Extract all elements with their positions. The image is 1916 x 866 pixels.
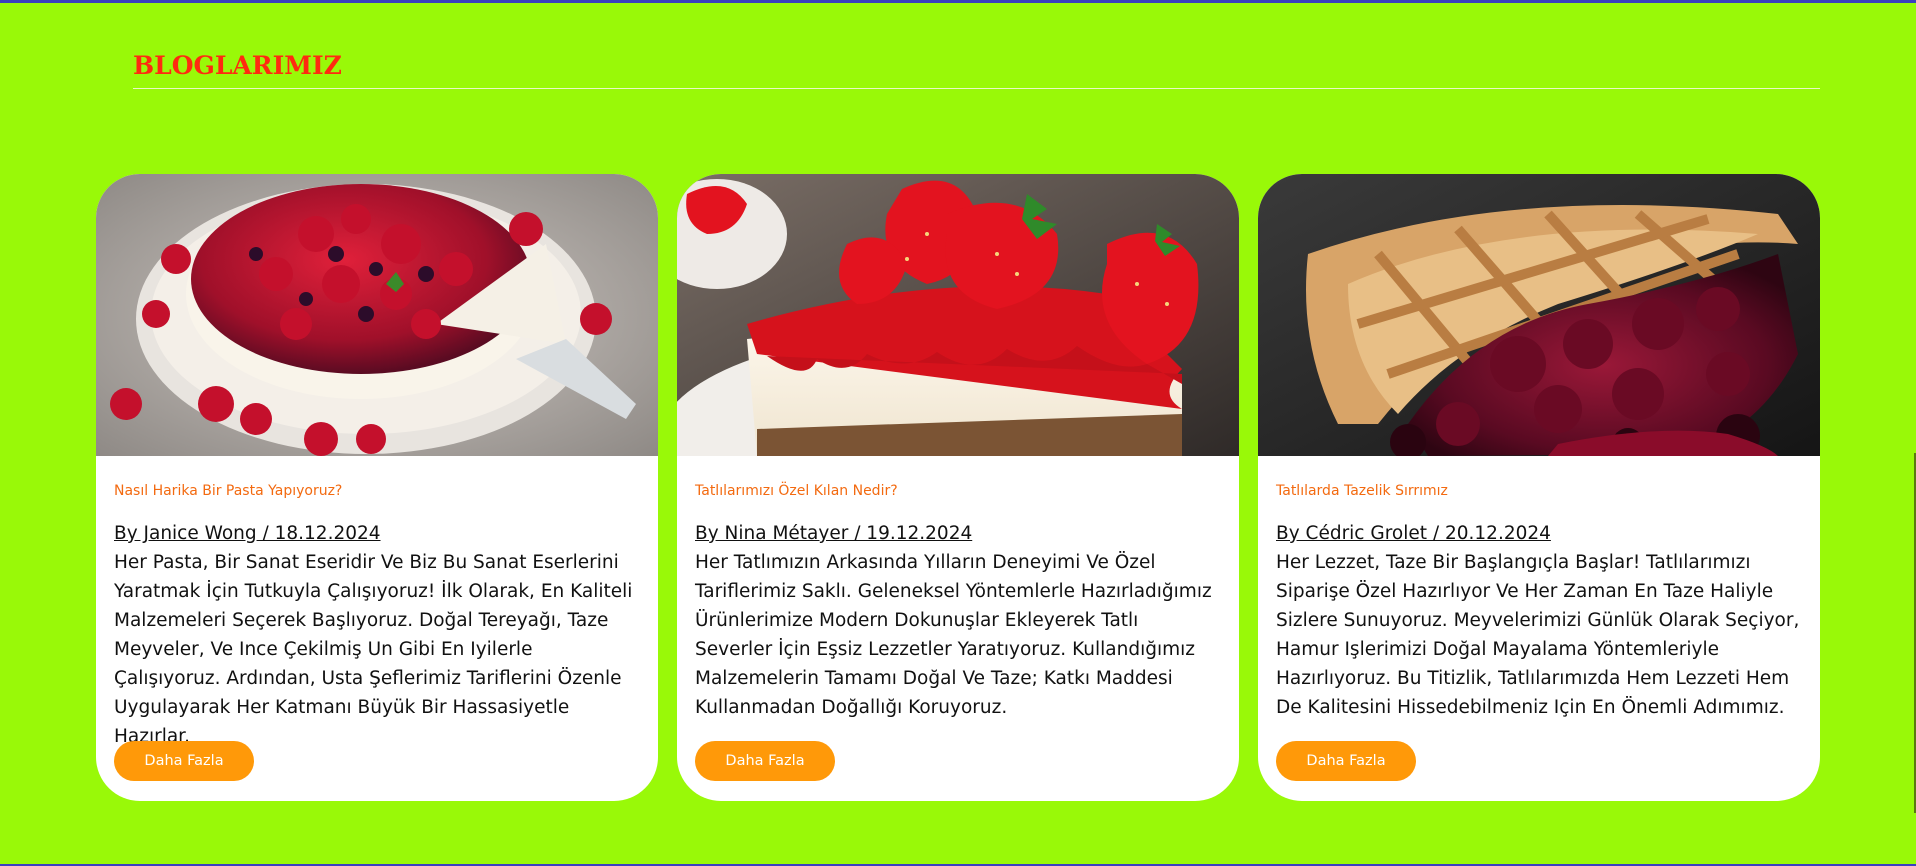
card-body: Nasıl Harika Bir Pasta Yapıyoruz? By Jan… [96, 456, 658, 751]
cherry-pie-image [1258, 174, 1820, 456]
read-more-button[interactable]: Daha Fazla [695, 741, 835, 781]
post-excerpt: Her Pasta, Bir Sanat Eseridir Ve Biz Bu … [114, 552, 633, 747]
blog-card: Nasıl Harika Bir Pasta Yapıyoruz? By Jan… [96, 174, 658, 801]
page: { "section": { "title": "BLOGLARIMIZ" },… [0, 0, 1916, 866]
read-more-button[interactable]: Daha Fazla [114, 741, 254, 781]
card-body: Tatlılarda Tazelik Sırrımız By Cédric Gr… [1258, 456, 1820, 722]
post-excerpt: Her Lezzet, Taze Bir Başlangıçla Başlar!… [1276, 552, 1800, 718]
section-header: BLOGLARIMIZ [133, 51, 1820, 89]
post-author-date[interactable]: By Janice Wong / 18.12.2024 [114, 522, 640, 546]
post-author-date[interactable]: By Nina Métayer / 19.12.2024 [695, 522, 1221, 546]
blog-card: Tatlılarımızı Özel Kılan Nedir? By Nina … [677, 174, 1239, 801]
section-title: BLOGLARIMIZ [133, 51, 342, 80]
post-category[interactable]: Tatlılarımızı Özel Kılan Nedir? [695, 482, 1221, 500]
strawberry-cheesecake-image [677, 174, 1239, 456]
post-category[interactable]: Nasıl Harika Bir Pasta Yapıyoruz? [114, 482, 640, 500]
card-body: Tatlılarımızı Özel Kılan Nedir? By Nina … [677, 456, 1239, 722]
blog-card-list: Nasıl Harika Bir Pasta Yapıyoruz? By Jan… [96, 174, 1820, 801]
post-category[interactable]: Tatlılarda Tazelik Sırrımız [1276, 482, 1802, 500]
read-more-button[interactable]: Daha Fazla [1276, 741, 1416, 781]
post-author-date[interactable]: By Cédric Grolet / 20.12.2024 [1276, 522, 1802, 546]
blog-card: Tatlılarda Tazelik Sırrımız By Cédric Gr… [1258, 174, 1820, 801]
cheesecake-berries-image [96, 174, 658, 456]
post-excerpt: Her Tatlımızın Arkasında Yılların Deneyi… [695, 552, 1212, 718]
